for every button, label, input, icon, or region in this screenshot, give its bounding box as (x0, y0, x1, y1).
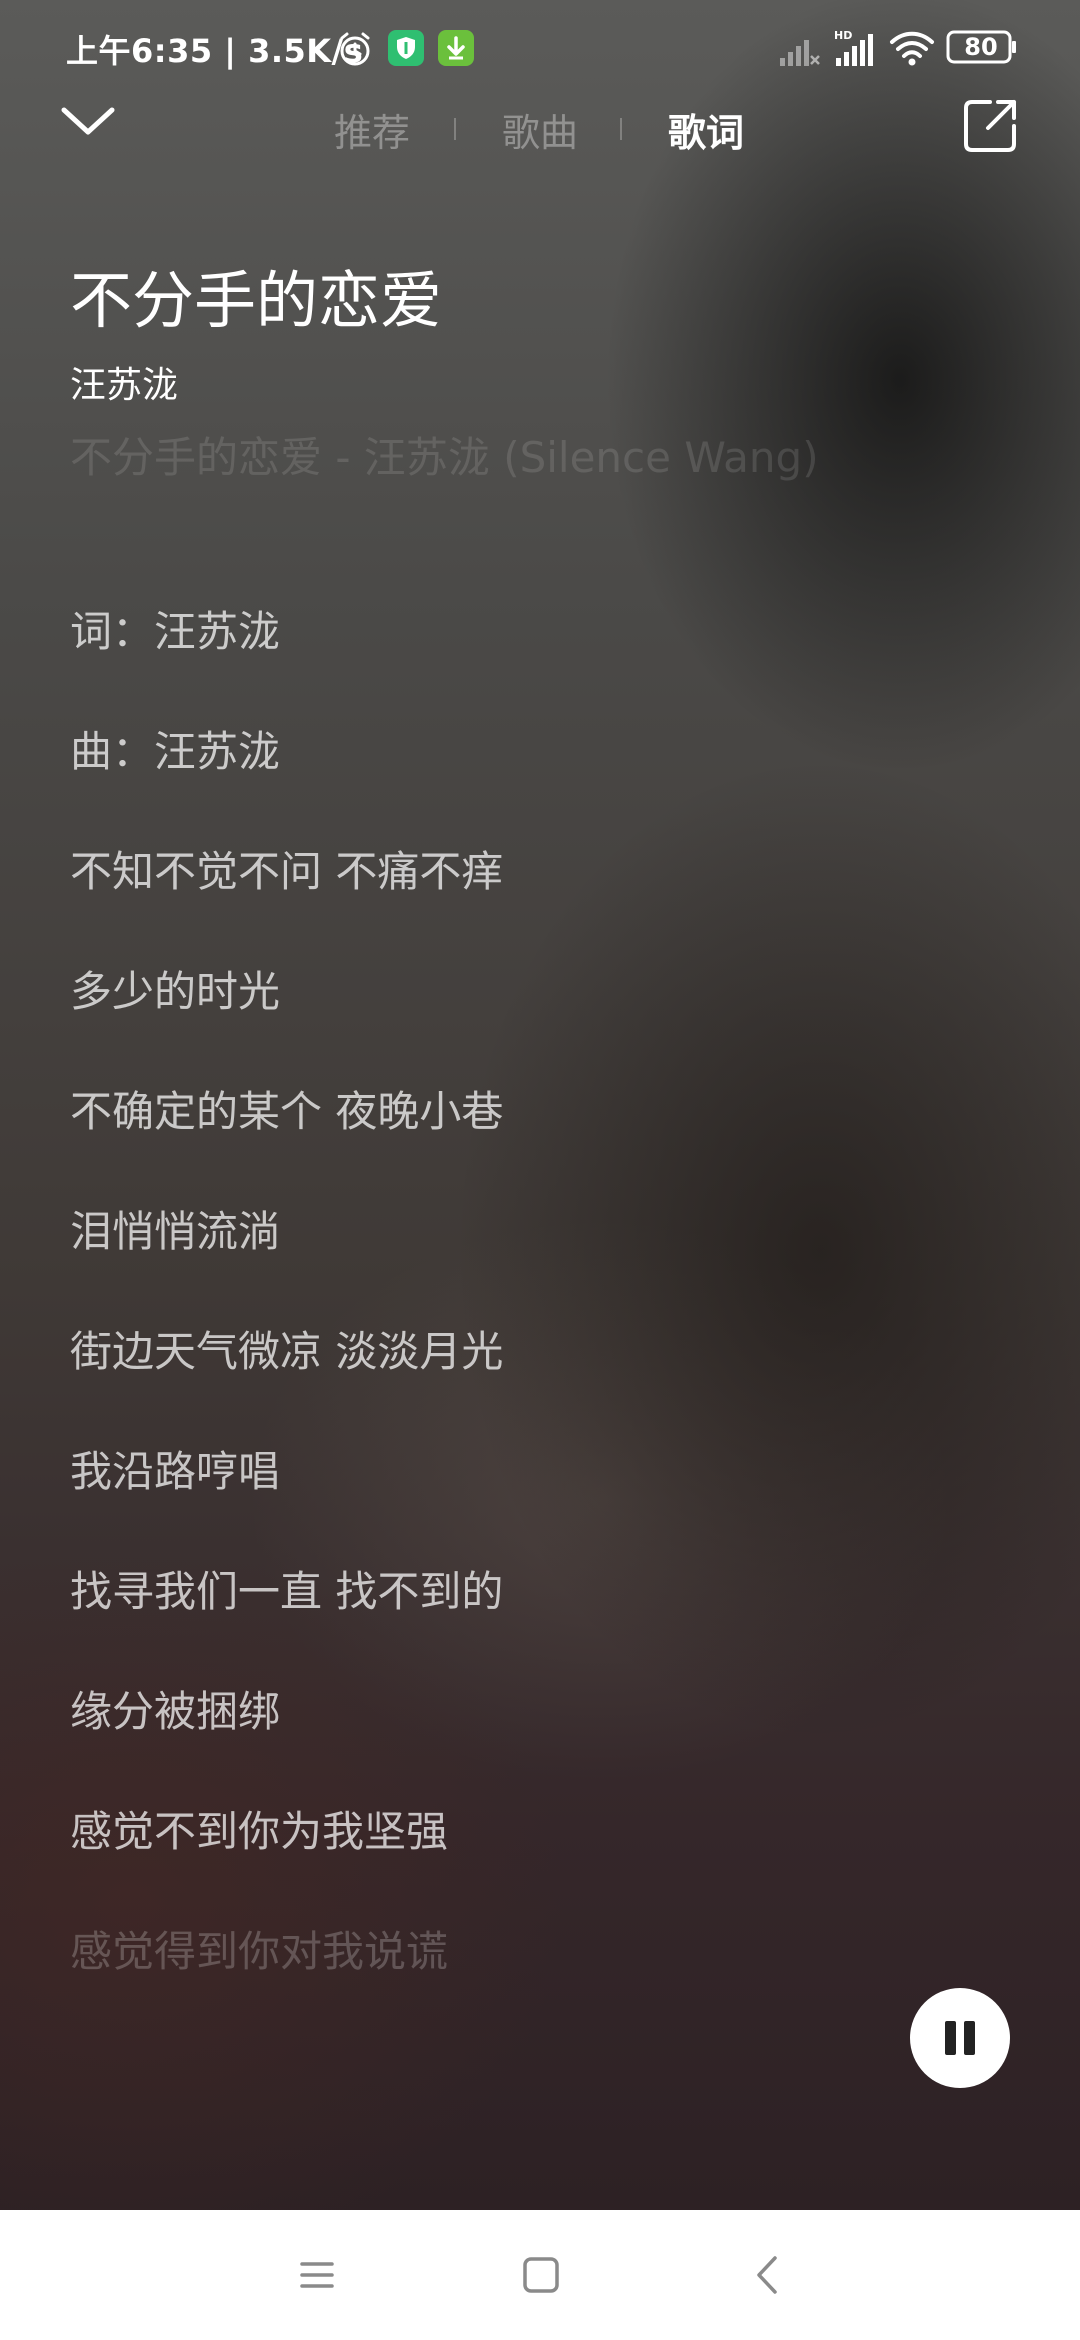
pause-icon (943, 2021, 977, 2055)
lyric-line[interactable]: 多少的时光 (70, 960, 950, 1080)
lyric-line[interactable]: 泪悄悄流淌 (70, 1200, 950, 1320)
lyric-line[interactable]: 曲：汪苏泷 (70, 720, 950, 840)
lyric-line[interactable]: 找寻我们一直 找不到的 (70, 1560, 950, 1680)
lyrics-header: 不分手的恋爱 - 汪苏泷 (Silence Wang) (70, 433, 819, 482)
wifi-icon (890, 31, 934, 66)
lyrics-list: 词：汪苏泷 曲：汪苏泷 不知不觉不问 不痛不痒 多少的时光 不确定的某个 夜晚小… (70, 600, 950, 2040)
lyric-line[interactable]: 感觉不到你为我坚强 (70, 1800, 950, 1920)
lyric-line[interactable]: 感觉得到你对我说谎 (70, 1920, 950, 2040)
hd-label: HD (834, 29, 852, 42)
pause-button[interactable] (910, 1988, 1010, 2088)
alarm-icon (340, 32, 370, 66)
lyric-line[interactable]: 缘分被捆绑 (70, 1680, 950, 1800)
share-icon (964, 100, 1016, 152)
back-icon[interactable] (744, 2250, 794, 2300)
lyric-line[interactable]: 街边天气微凉 淡淡月光 (70, 1320, 950, 1440)
battery-level: 80 (964, 33, 998, 61)
tab-recommend[interactable]: 推荐 (334, 102, 410, 157)
download-icon (438, 30, 474, 66)
menu-icon[interactable] (292, 2250, 342, 2300)
lyric-line[interactable]: 我沿路哼唱 (70, 1440, 950, 1560)
shield-icon (388, 30, 424, 66)
tab-lyrics[interactable]: 歌词 (668, 102, 744, 157)
lyric-line[interactable]: 不确定的某个 夜晚小巷 (70, 1080, 950, 1200)
system-nav-bar (0, 2210, 1080, 2340)
tab-song[interactable]: 歌曲 (502, 102, 578, 157)
tab-divider (620, 118, 622, 140)
song-title: 不分手的恋爱 (70, 264, 443, 337)
status-time: 上午6:35 | 3.5K/s (66, 32, 364, 70)
share-button[interactable] (960, 96, 1020, 156)
tab-divider (454, 118, 456, 140)
tab-bar: 推荐 歌曲 歌词 (0, 96, 1080, 160)
status-bar: 上午6:35 | 3.5K/s HD 80 (0, 0, 1080, 100)
hd-signal-icon: HD (834, 29, 873, 66)
lyrics-screen: 上午6:35 | 3.5K/s HD 80 推荐 歌曲 歌词 不分手的恋爱 汪苏… (0, 0, 1080, 2340)
lyric-line[interactable]: 不知不觉不问 不痛不痒 (70, 840, 950, 960)
signal-icon (780, 40, 820, 66)
artist-name[interactable]: 汪苏泷 (70, 356, 178, 408)
home-icon[interactable] (516, 2250, 566, 2300)
lyric-line[interactable]: 词：汪苏泷 (70, 600, 950, 720)
